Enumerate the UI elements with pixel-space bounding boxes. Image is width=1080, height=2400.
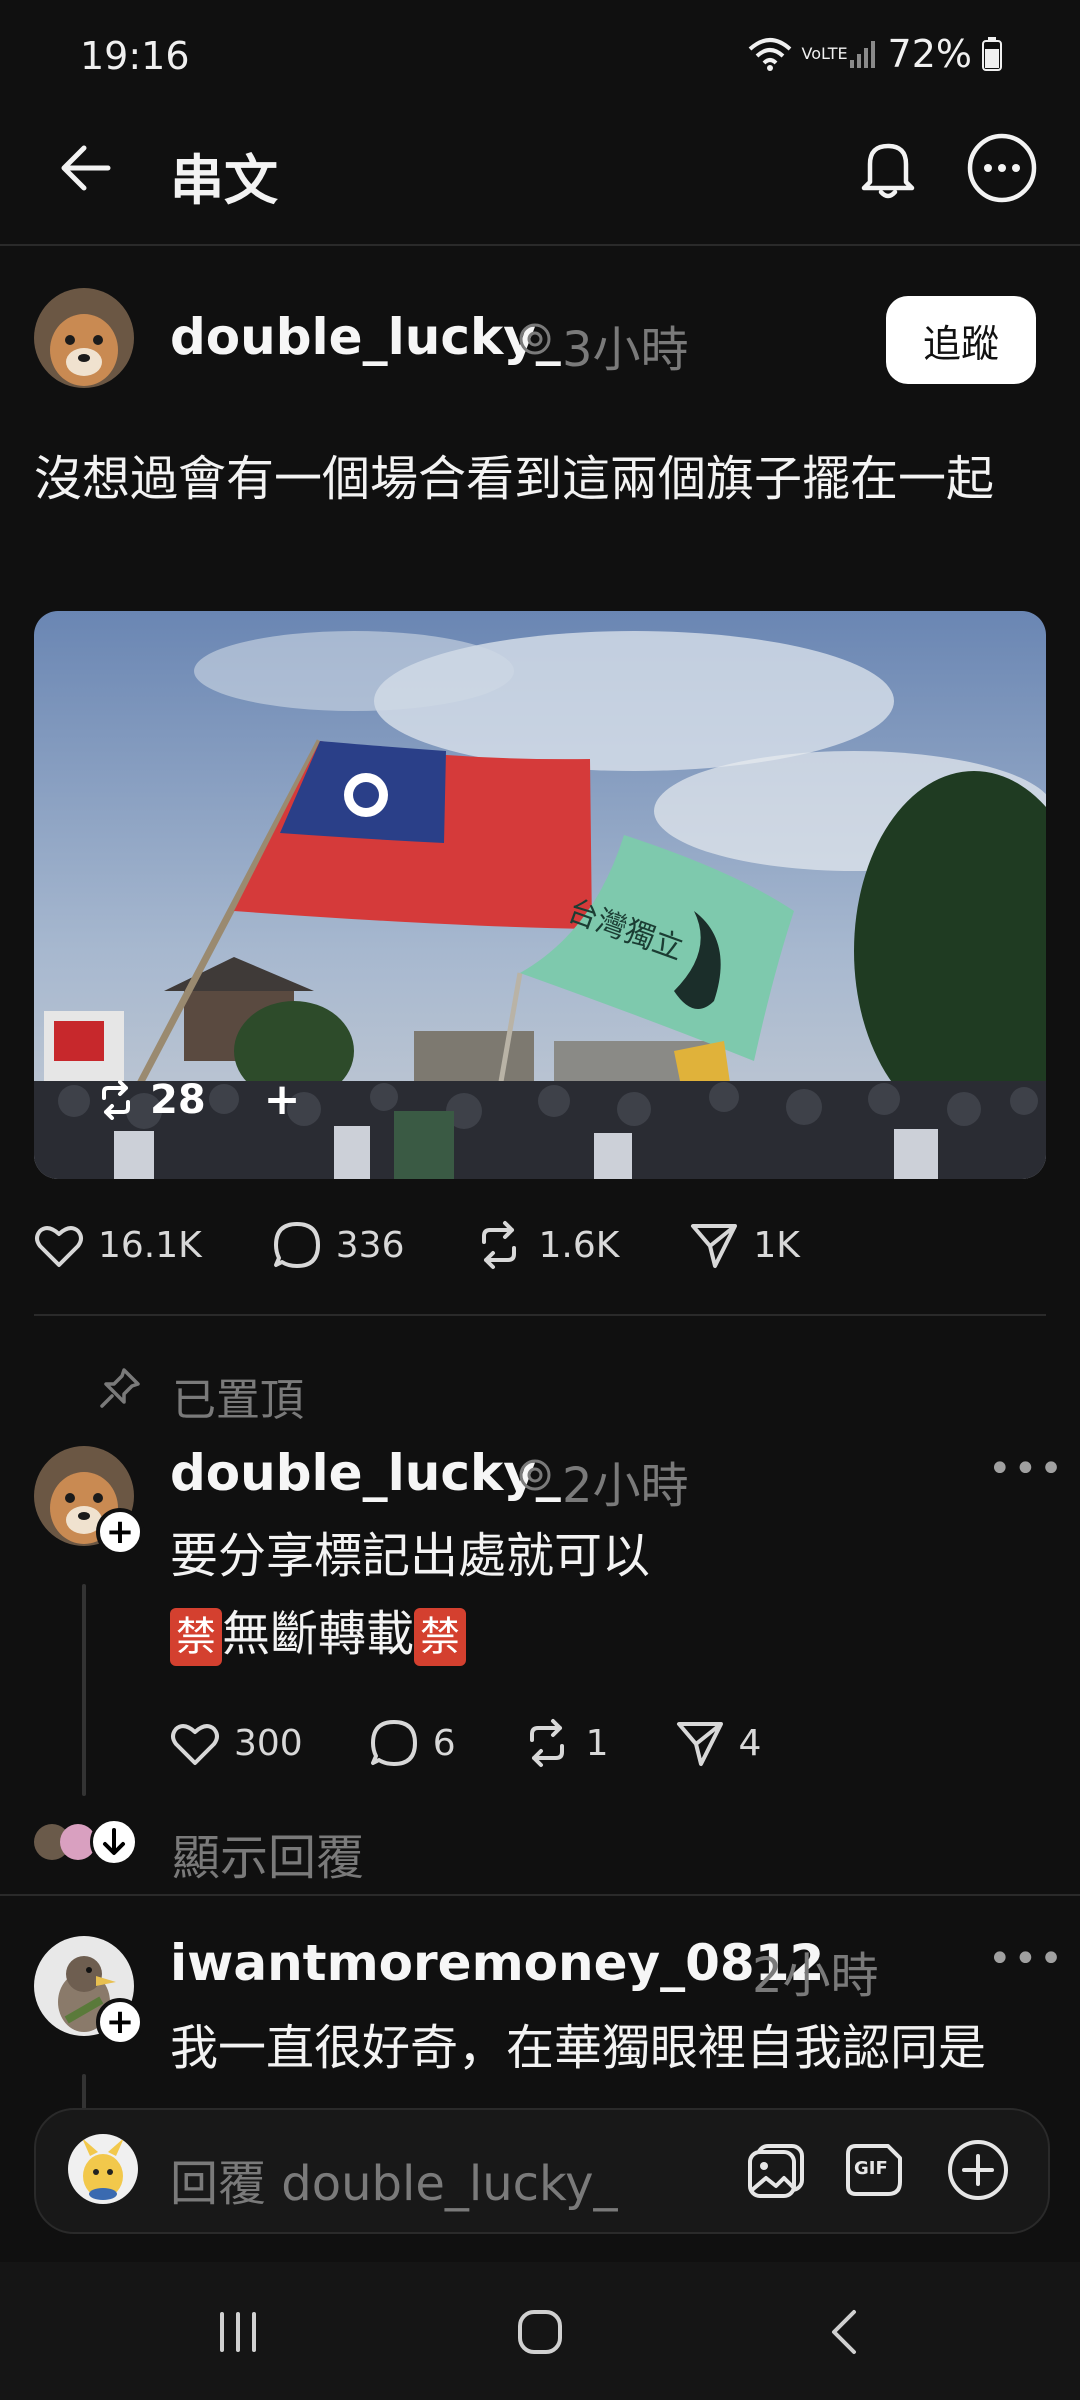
reply-like-button[interactable]: 300 [170, 1720, 303, 1766]
follow-button[interactable]: 追蹤 [886, 296, 1036, 384]
image-attach-icon[interactable] [744, 2138, 808, 2202]
image-repost-count: 28 [150, 1076, 206, 1123]
thread-line [82, 1584, 86, 1796]
reply-time: 2小時 [562, 1458, 689, 1514]
arrow-down-icon [90, 1818, 138, 1866]
image-overlay: 28 + [96, 1074, 301, 1125]
show-replies-link[interactable]: 顯示回覆 [172, 1818, 364, 1888]
reply-more-icon[interactable]: ••• [988, 1446, 1065, 1492]
page-title: 串文 [170, 149, 278, 212]
reply-comment-count: 6 [432, 1722, 456, 1764]
share-count: 1K [753, 1224, 800, 1266]
post-divider [34, 1314, 1046, 1316]
volte-label: VoLTE [801, 44, 848, 63]
battery-icon [982, 37, 1002, 71]
comment-count: 336 [335, 1224, 405, 1266]
reply-comment-button[interactable]: 6 [369, 1718, 456, 1768]
author-username[interactable]: double_lucky_ [170, 308, 561, 366]
post-actions: 16.1K 336 1.6K 1K [34, 1220, 800, 1270]
replier-avatars[interactable] [34, 1818, 138, 1868]
current-user-avatar [68, 2134, 138, 2204]
home-icon[interactable] [514, 2306, 566, 2358]
pinned-label: 已置頂 [172, 1375, 304, 1426]
header-divider [0, 244, 1080, 246]
battery-percent: 72% [887, 32, 972, 76]
reply-like-count: 300 [234, 1722, 303, 1764]
ban-emoji: 禁 [170, 1608, 222, 1666]
reply-actions: 300 6 1 4 [170, 1718, 761, 1768]
share-button[interactable]: 1K [689, 1220, 800, 1270]
reply-repost-button[interactable]: 1 [522, 1718, 609, 1768]
reply-author-username[interactable]: double_lucky_ [170, 1444, 561, 1502]
like-button[interactable]: 16.1K [34, 1222, 202, 1268]
status-time: 19:16 [80, 34, 190, 78]
post-text: 沒想過會有一個場合看到這兩個旗子擺在一起 [34, 451, 995, 507]
repost-button[interactable]: 1.6K [474, 1220, 619, 1270]
threads-badge-icon [518, 1458, 552, 1492]
repost-icon [96, 1079, 136, 1120]
next-reply-time: 2小時 [752, 1948, 879, 2004]
recent-apps-icon[interactable] [214, 2308, 262, 2356]
more-options-icon[interactable] [966, 132, 1038, 204]
reply-divider [0, 1894, 1080, 1896]
signal-icon [848, 38, 878, 70]
reply-text-line1: 要分享標記出處就可以 [170, 1528, 651, 1584]
pin-icon [98, 1366, 142, 1410]
wifi-icon [748, 37, 792, 71]
reply-input[interactable]: 回覆 double_lucky_ [170, 2144, 618, 2214]
follow-plus-badge[interactable]: + [96, 1508, 144, 1556]
next-reply-username[interactable]: iwantmoremoney_0812 [170, 1934, 824, 1992]
author-avatar[interactable] [34, 288, 134, 388]
comment-button[interactable]: 336 [272, 1220, 405, 1270]
add-attachment-icon[interactable] [946, 2138, 1010, 2202]
next-reply-more-icon[interactable]: ••• [988, 1936, 1065, 1982]
next-reply-text: 我一直很好奇，在華獨眼裡自我認同是 [170, 2020, 987, 2076]
gif-icon[interactable]: GIF [844, 2138, 908, 2202]
status-indicators: VoLTE 72% [748, 32, 1002, 76]
system-back-icon[interactable] [820, 2306, 872, 2358]
reply-share-button[interactable]: 4 [675, 1718, 762, 1768]
ban-emoji: 禁 [414, 1608, 467, 1666]
repost-count: 1.6K [538, 1224, 620, 1266]
post-time: 3小時 [562, 322, 689, 378]
bell-icon[interactable] [852, 132, 924, 204]
reply-text-line2: 禁無斷轉載禁 [170, 1596, 467, 1672]
follow-plus-badge[interactable]: + [96, 1998, 144, 2046]
reply-text-middle: 無斷轉載 [222, 1606, 415, 1662]
like-count: 16.1K [98, 1224, 202, 1266]
reply-share-count: 4 [738, 1722, 762, 1764]
reply-repost-count: 1 [585, 1722, 609, 1764]
back-arrow-icon[interactable] [54, 136, 118, 200]
image-add-button[interactable]: + [264, 1074, 301, 1125]
threads-badge-icon [518, 322, 552, 356]
gif-label: GIF [854, 2158, 888, 2179]
